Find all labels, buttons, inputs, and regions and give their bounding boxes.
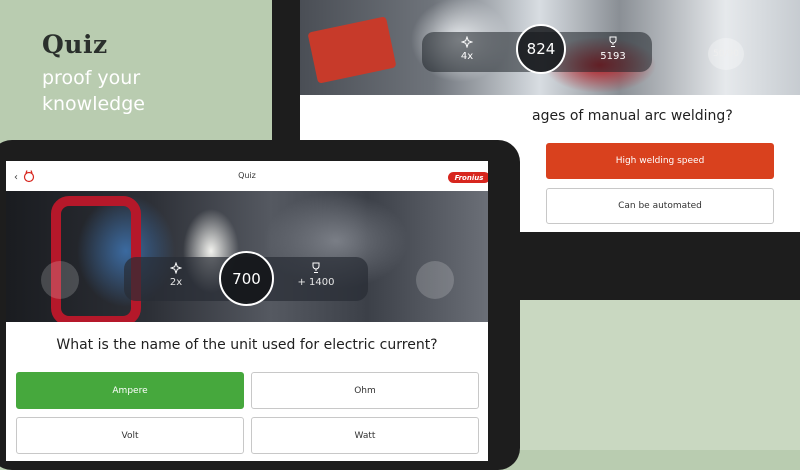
star-sparkle-icon <box>156 261 196 277</box>
trophy-icon <box>593 36 633 51</box>
score-circle: 700 <box>219 251 274 306</box>
back-answer-high-welding-speed[interactable]: High welding speed <box>546 143 774 179</box>
answer-watt[interactable]: Watt <box>251 417 479 454</box>
star-sparkle-icon <box>447 35 487 51</box>
back-points: 5193 <box>593 36 633 62</box>
back-multiplier: 4x <box>447 35 487 62</box>
hero-subtitle-line1: proof your <box>42 67 141 89</box>
back-answer-can-be-automated[interactable]: Can be automated <box>546 188 774 224</box>
back-progress-indicator: 50/90 <box>708 38 744 70</box>
snowmobile-photo: 4x 824 5193 50/90 <box>300 0 800 95</box>
welder-device <box>307 16 397 84</box>
page-title: Quiz <box>238 171 256 180</box>
ghost-button-left <box>41 261 79 299</box>
back-question-text: ages of manual arc welding? <box>532 108 733 124</box>
hero-subtitle-line2: knowledge <box>42 93 145 115</box>
points-stat: + 1400 <box>286 262 346 288</box>
top-bar: ‹ Quiz Fronius <box>6 161 488 191</box>
points-value: + 1400 <box>297 277 335 288</box>
answer-ohm[interactable]: Ohm <box>251 372 479 409</box>
back-points-value: 5193 <box>600 51 626 62</box>
back-multiplier-value: 4x <box>460 51 474 62</box>
front-tablet-screen: ‹ Quiz Fronius 2x 700 + 1400 What is the… <box>6 161 488 461</box>
welder-photo: 2x 700 + 1400 <box>6 191 488 322</box>
trophy-icon <box>286 262 346 277</box>
ghost-button-right <box>416 261 454 299</box>
back-score-circle: 824 <box>516 24 566 74</box>
hero-title: Quiz <box>42 30 108 59</box>
answer-volt[interactable]: Volt <box>16 417 244 454</box>
question-text: What is the name of the unit used for el… <box>56 337 438 353</box>
hero-subtitle: proof your knowledge <box>42 65 145 117</box>
multiplier-value: 2x <box>169 277 183 288</box>
hero-text: Quiz proof your knowledge <box>42 30 145 117</box>
front-tablet: ‹ Quiz Fronius 2x 700 + 1400 What is the… <box>0 140 520 470</box>
answer-ampere[interactable]: Ampere <box>16 372 244 409</box>
brand-logo: Fronius <box>448 172 488 183</box>
multiplier-stat: 2x <box>156 261 196 288</box>
